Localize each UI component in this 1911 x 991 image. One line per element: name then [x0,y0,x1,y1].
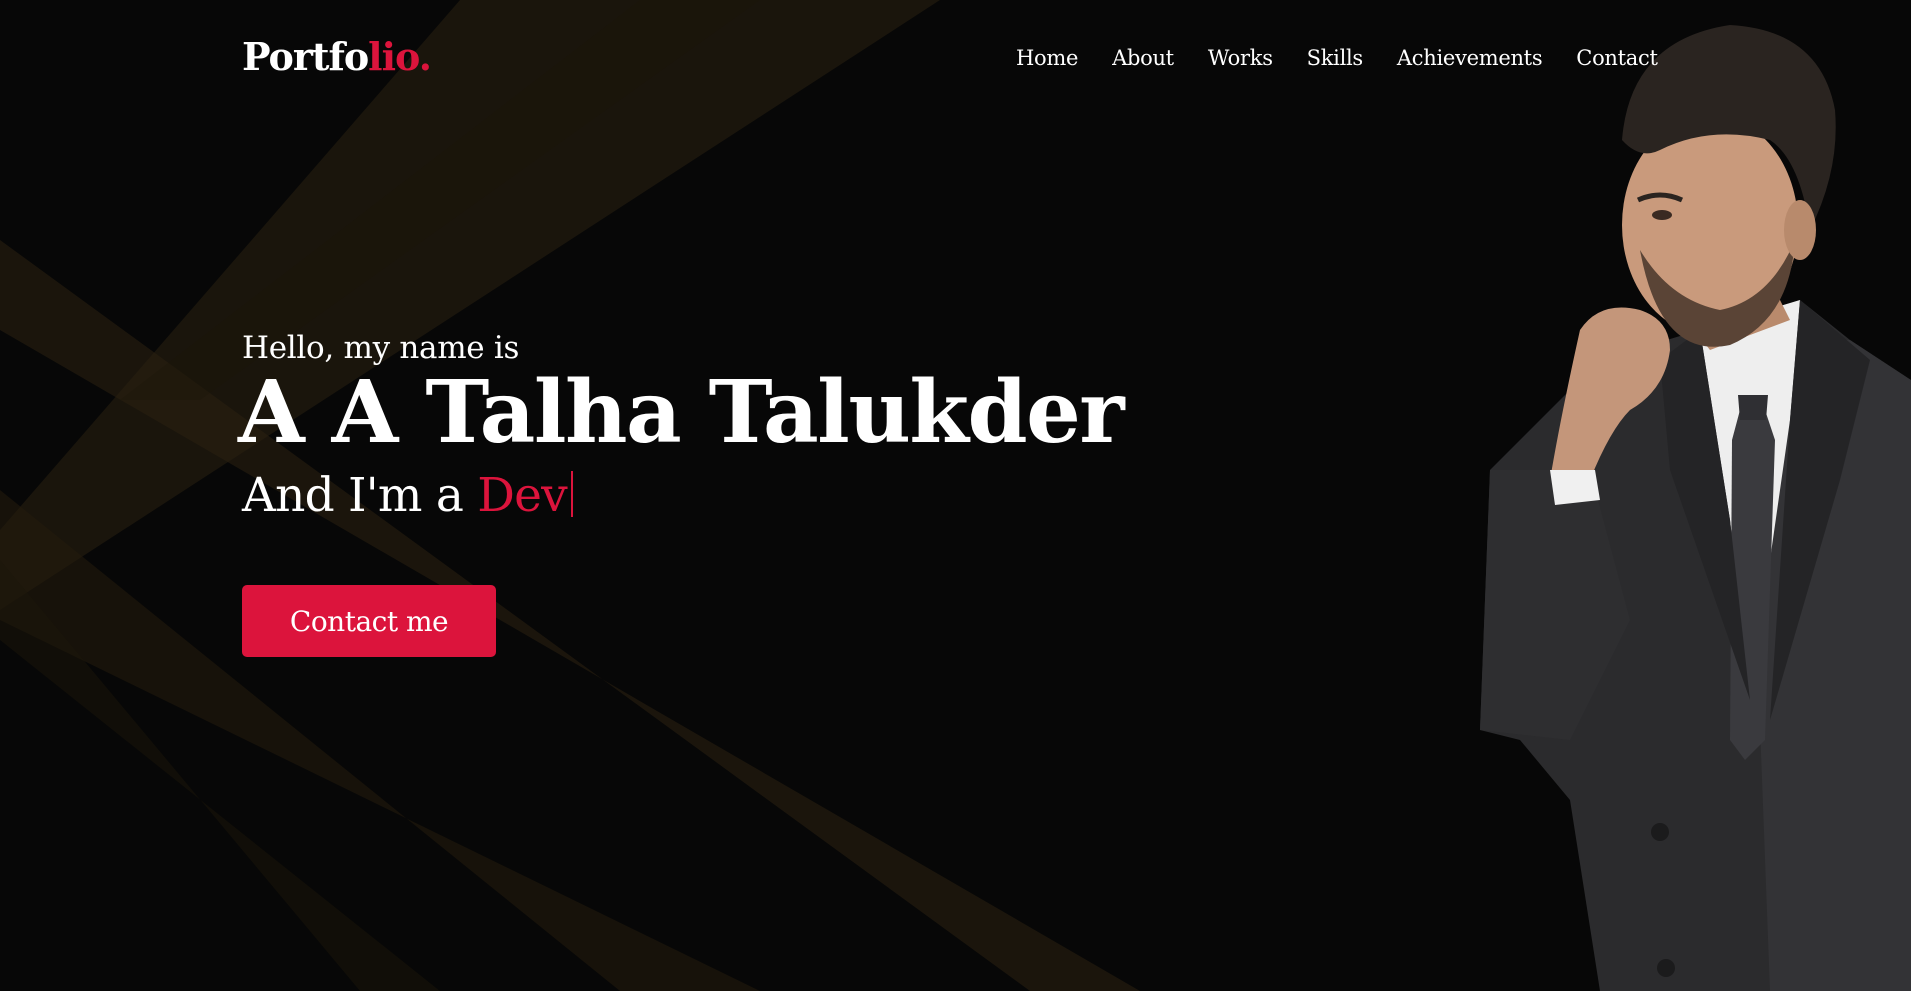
hero-name: A A Talha Talukder [238,362,1125,463]
logo-main-text: Portfo [242,34,369,79]
hero-section: Portfolio. Home About Works Skills Achie… [0,0,1911,991]
nav-link-achievements[interactable]: Achievements [1397,46,1543,70]
nav-link-works[interactable]: Works [1208,46,1273,70]
nav-link-contact[interactable]: Contact [1576,46,1658,70]
logo[interactable]: Portfolio. [242,34,432,79]
role-prefix: And I'm a [242,468,478,524]
nav-link-skills[interactable]: Skills [1307,46,1364,70]
nav-menu: Home About Works Skills Achievements Con… [1016,46,1658,70]
role-line: And I'm a Dev [242,468,1123,523]
nav-link-home[interactable]: Home [1016,46,1078,70]
contact-me-button[interactable]: Contact me [242,585,496,657]
portrait-photo [1480,25,1911,991]
typing-cursor [570,471,573,518]
hero-content: Hello, my name is A A Talha Talukder And… [238,330,1125,657]
logo-accent-text: lio. [368,34,432,79]
nav-link-about[interactable]: About [1112,46,1174,70]
role-typed-text: Dev [477,468,567,524]
greeting-text: Hello, my name is [242,330,520,366]
navbar: Portfolio. Home About Works Skills Achie… [0,0,1911,125]
